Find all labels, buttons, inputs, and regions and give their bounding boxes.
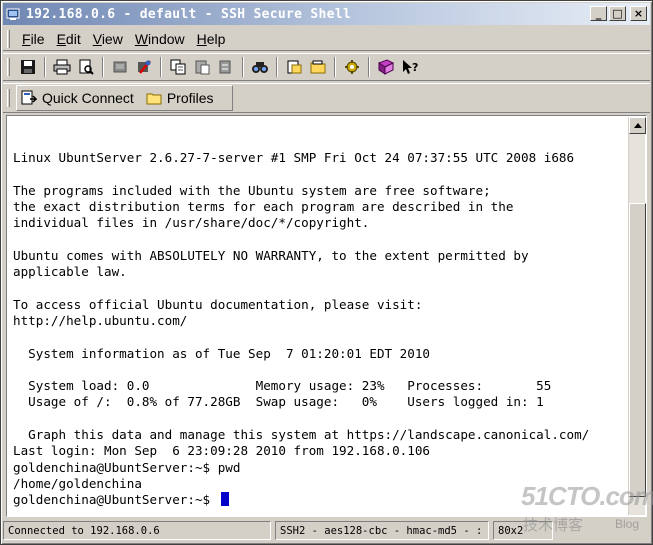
quick-connect-button[interactable]: Quick Connect	[21, 90, 134, 106]
terminal-size-status: 80x2	[493, 521, 553, 540]
vertical-scrollbar[interactable]	[628, 117, 646, 515]
paste-special-button[interactable]	[215, 56, 237, 78]
terminal-line: applicable law.	[13, 264, 127, 280]
terminal-line: goldenchina@UbuntServer:~$ pwd	[13, 459, 241, 475]
help-book-button[interactable]	[375, 56, 397, 78]
profilebar-grip[interactable]	[7, 89, 10, 107]
print-preview-icon	[79, 59, 94, 75]
menubar-grip[interactable]	[7, 29, 10, 48]
copy-button[interactable]	[167, 56, 189, 78]
print-icon	[53, 59, 71, 75]
toolbar-separator	[160, 57, 162, 77]
quick-connect-group: Quick Connect Profiles	[16, 85, 233, 111]
find-button[interactable]	[249, 56, 271, 78]
menu-file[interactable]: File	[16, 31, 51, 47]
quick-connect-label: Quick Connect	[42, 90, 134, 106]
window-title: 192.168.0.6 - default - SSH Secure Shell	[26, 6, 352, 22]
terminal-line: Linux UbuntServer 2.6.27-7-server #1 SMP…	[13, 150, 575, 165]
scroll-thumb[interactable]	[629, 203, 646, 497]
profiles-label: Profiles	[166, 90, 214, 106]
save-button[interactable]	[17, 56, 39, 78]
settings-icon	[345, 60, 359, 74]
folder-icon	[310, 60, 326, 74]
new-terminal-button[interactable]	[109, 56, 131, 78]
minimize-button[interactable]: _	[590, 6, 607, 21]
copy-icon	[170, 59, 186, 75]
terminal-line: individual files in /usr/share/doc/*/cop…	[13, 215, 370, 231]
toolbar-separator	[44, 57, 46, 77]
svg-text:?: ?	[412, 61, 418, 74]
terminal-frame: Linux UbuntServer 2.6.27-7-server #1 SMP…	[6, 115, 647, 517]
menu-help[interactable]: Help	[191, 31, 232, 47]
new-file-transfer-button[interactable]	[283, 56, 305, 78]
terminal-line: Ubuntu comes with ABSOLUTELY NO WARRANTY…	[13, 247, 529, 263]
menu-window[interactable]: Window	[129, 31, 191, 47]
help-book-icon	[377, 59, 395, 75]
paste-icon	[195, 60, 210, 75]
quick-connect-icon	[21, 90, 37, 105]
terminal-line: The programs included with the Ubuntu sy…	[13, 182, 491, 198]
disconnect-button[interactable]	[133, 56, 155, 78]
new-file-transfer-icon	[287, 60, 302, 74]
window-controls: _ □ ×	[590, 6, 647, 21]
disconnect-icon	[138, 60, 151, 74]
folder-icon	[146, 93, 162, 105]
close-icon: ×	[633, 7, 644, 20]
toolbar-separator	[334, 57, 336, 77]
print-preview-button[interactable]	[75, 56, 97, 78]
terminal-line: Graph this data and manage this system a…	[13, 427, 590, 443]
profiles-button[interactable]: Profiles	[146, 90, 214, 106]
folder-button[interactable]	[307, 56, 329, 78]
context-help-icon: ?	[403, 60, 418, 74]
terminal-cursor	[220, 492, 229, 507]
terminal-line: Usage of /: 0.8% of 77.28GB Swap usage: …	[13, 394, 544, 410]
terminal-line: Last login: Mon Sep 6 23:09:28 2010 from…	[13, 443, 431, 459]
maximize-button[interactable]: □	[609, 6, 626, 21]
terminal-line: /home/goldenchina	[13, 475, 142, 491]
cipher-status: SSH2 - aes128-cbc - hmac-md5 - :	[275, 521, 489, 540]
terminal-line: System load: 0.0 Memory usage: 23% Proce…	[13, 378, 552, 394]
arrow-up-icon	[633, 123, 642, 128]
profiles-bar: Quick Connect Profiles	[3, 83, 650, 113]
ssh-app-icon	[5, 6, 21, 22]
toolbar-separator	[242, 57, 244, 77]
toolbar-grip[interactable]	[7, 58, 10, 76]
terminal-line: http://help.ubuntu.com/	[13, 312, 188, 328]
print-button[interactable]	[51, 56, 73, 78]
menu-edit[interactable]: Edit	[51, 31, 87, 47]
menu-bar: File Edit View Window Help	[3, 27, 650, 51]
close-button[interactable]: ×	[630, 6, 647, 21]
toolbar: ?	[3, 53, 650, 81]
minimize-icon: _	[595, 7, 602, 20]
toolbar-separator	[368, 57, 370, 77]
new-terminal-icon	[113, 61, 127, 73]
status-bar: Connected to 192.168.0.6 SSH2 - aes128-c…	[3, 519, 650, 542]
ssh-window: 192.168.0.6 - default - SSH Secure Shell…	[0, 0, 653, 545]
save-icon	[21, 60, 35, 74]
maximize-icon: □	[612, 7, 623, 20]
menu-view[interactable]: View	[87, 31, 129, 47]
toolbar-separator	[102, 57, 104, 77]
title-bar[interactable]: 192.168.0.6 - default - SSH Secure Shell…	[3, 3, 650, 25]
terminal-output[interactable]: Linux UbuntServer 2.6.27-7-server #1 SMP…	[8, 117, 628, 515]
connection-status: Connected to 192.168.0.6	[3, 521, 271, 540]
find-icon	[252, 62, 268, 73]
terminal-line: System information as of Tue Sep 7 01:20…	[13, 345, 431, 361]
paste-special-icon	[219, 60, 231, 74]
context-help-button[interactable]: ?	[399, 56, 421, 78]
toolbar-separator	[276, 57, 278, 77]
paste-button[interactable]	[191, 56, 213, 78]
settings-button[interactable]	[341, 56, 363, 78]
terminal-line: To access official Ubuntu documentation,…	[13, 296, 423, 312]
terminal-line: goldenchina@UbuntServer:~$	[13, 492, 628, 508]
terminal-line: the exact distribution terms for each pr…	[13, 198, 514, 214]
scroll-up-button[interactable]	[629, 117, 646, 134]
